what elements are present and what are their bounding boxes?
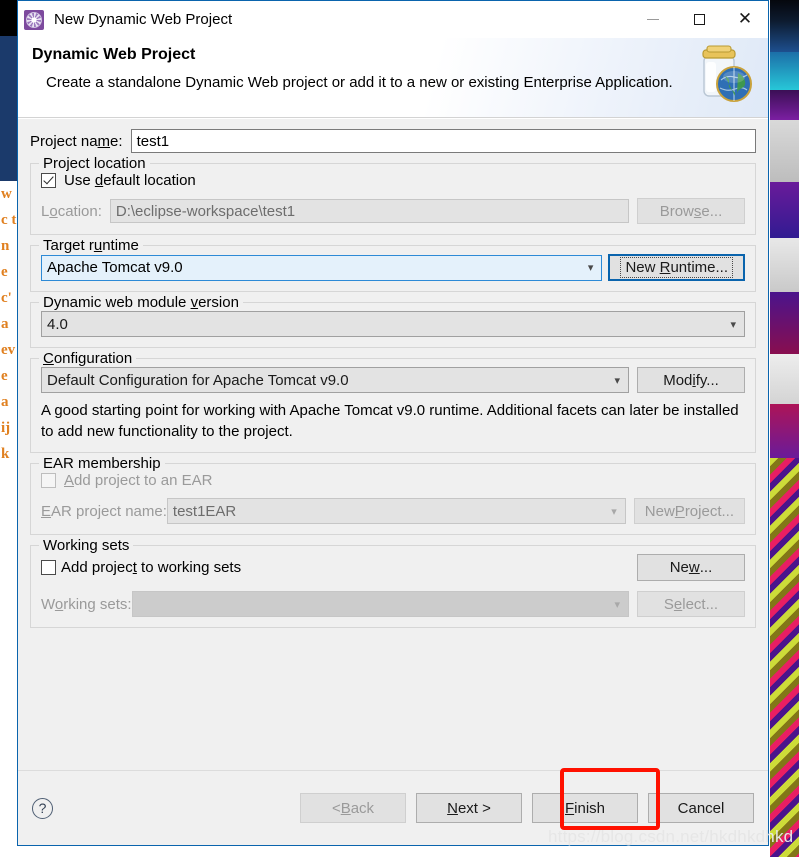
- back-button: < Back: [300, 793, 406, 823]
- ear-project-name-value: test1EAR: [172, 502, 237, 520]
- new-working-set-button[interactable]: Ne w...: [637, 554, 745, 581]
- background-stripe: [770, 0, 799, 52]
- chevron-down-icon: ▾: [614, 598, 620, 611]
- page-title: Dynamic Web Project: [32, 46, 196, 63]
- module-version-value: 4.0: [47, 315, 68, 333]
- working-sets-field-row: Working sets: ▾ Se lect...: [41, 591, 745, 617]
- location-input: D:\eclipse-workspace\test1: [109, 199, 629, 223]
- add-to-working-sets-label: Add project to working sets: [61, 559, 242, 576]
- background-stripe: [770, 292, 799, 354]
- ear-membership-group-title: EAR membership: [39, 455, 165, 472]
- configuration-value: Default Configuration for Apache Tomcat …: [47, 371, 349, 389]
- use-default-location-checkbox[interactable]: [41, 173, 56, 188]
- project-location-group-title: Project location: [39, 155, 150, 172]
- project-name-row: Project name: test1: [30, 129, 756, 153]
- browse-button: Brow s e...: [637, 198, 745, 224]
- module-version-group-title: Dynamic web module version: [39, 294, 243, 311]
- eclipse-project-icon: [24, 9, 44, 30]
- close-glyph: ✕: [737, 9, 753, 29]
- target-runtime-row: Apache Tomcat v9.0 ▾ New Runtime...: [41, 254, 745, 281]
- working-sets-group: Working sets Add project to working sets…: [30, 537, 756, 628]
- module-version-row: 4.0 ▾: [41, 311, 745, 337]
- ear-project-name-label: EAR project name:: [41, 502, 167, 520]
- add-to-working-sets-checkbox[interactable]: [41, 560, 56, 575]
- use-default-location-row[interactable]: Use default location: [41, 172, 745, 189]
- configuration-row: Default Configuration for Apache Tomcat …: [41, 367, 745, 393]
- chevron-down-icon: ▾: [730, 318, 736, 331]
- configuration-group: Configuration Default Configuration for …: [30, 350, 756, 453]
- configuration-combo[interactable]: Default Configuration for Apache Tomcat …: [41, 367, 629, 393]
- cancel-button[interactable]: Cancel: [648, 793, 754, 823]
- background-stripe: [770, 90, 799, 120]
- background-right-window: [770, 0, 799, 857]
- project-name-input[interactable]: test1: [130, 129, 756, 153]
- dialog-title: New Dynamic Web Project: [54, 11, 233, 28]
- target-runtime-value: Apache Tomcat v9.0: [47, 259, 183, 276]
- add-project-to-ear-checkbox: [41, 473, 56, 488]
- minimize-icon[interactable]: [630, 1, 676, 38]
- jar-globe-icon: [702, 45, 752, 102]
- add-project-to-ear-label: Add project to an EAR: [64, 472, 213, 489]
- footer-buttons: < Back Next > Finish Cancel: [300, 793, 754, 823]
- module-version-group: Dynamic web module version 4.0 ▾: [30, 294, 756, 348]
- page-description: Create a standalone Dynamic Web project …: [46, 74, 673, 91]
- select-working-set-button: Se lect...: [637, 591, 745, 617]
- new-dynamic-web-project-dialog: New Dynamic Web Project ✕ Dynamic Web Pr…: [17, 0, 769, 846]
- target-runtime-combo[interactable]: Apache Tomcat v9.0 ▾: [41, 254, 603, 281]
- watermark-text: https://blog.csdn.net/hkdhkdhkd: [548, 827, 794, 846]
- modify-button[interactable]: Mod i fy...: [637, 367, 745, 393]
- close-icon[interactable]: ✕: [722, 1, 768, 38]
- add-project-to-ear-row: Add project to an EAR: [41, 472, 745, 489]
- ear-project-name-combo: test1EAR ▾: [166, 498, 626, 524]
- configuration-description: A good starting point for working with A…: [41, 402, 739, 440]
- working-sets-combo: ▾: [131, 591, 629, 617]
- maximize-icon[interactable]: [676, 1, 722, 38]
- working-sets-group-title: Working sets: [39, 537, 134, 554]
- new-runtime-button[interactable]: New Runtime...: [608, 254, 745, 281]
- background-stripe: [770, 238, 799, 292]
- dialog-body: Project name: test1 Project location Use…: [18, 118, 768, 770]
- configuration-group-title: Configuration: [39, 350, 137, 367]
- chevron-down-icon: ▾: [611, 505, 617, 518]
- background-left-text-strip: w c t n e c' a ev e a ij k: [0, 181, 17, 857]
- next-button[interactable]: Next >: [416, 793, 522, 823]
- background-stripe: [770, 354, 799, 404]
- background-left-blue-strip: [0, 36, 17, 181]
- working-sets-label: Working sets:: [41, 595, 132, 613]
- location-row: Location: D:\eclipse-workspace\test1 Bro…: [41, 198, 745, 224]
- chevron-down-icon: ▾: [587, 262, 594, 274]
- module-version-combo[interactable]: 4.0 ▾: [41, 311, 745, 337]
- use-default-location-label: Use default location: [64, 172, 196, 189]
- new-ear-project-button: New Project...: [633, 498, 745, 524]
- background-stripe: [770, 458, 799, 857]
- question-mark-icon[interactable]: ?: [32, 797, 53, 819]
- ear-project-name-row: EAR project name: test1EAR ▾ New Project…: [41, 498, 745, 524]
- add-to-working-sets-row: Add project to working sets Ne w...: [41, 554, 745, 581]
- target-runtime-group-title: Target runtime: [39, 237, 143, 254]
- location-label: Location:: [41, 202, 102, 220]
- background-stripe: [770, 182, 799, 238]
- wizard-header: Dynamic Web Project Create a standalone …: [18, 38, 768, 118]
- project-name-label: Project name:: [30, 132, 123, 150]
- background-stripe: [770, 120, 799, 182]
- chevron-down-icon: ▾: [614, 374, 620, 387]
- project-location-group: Project location Use default location Lo…: [30, 155, 756, 235]
- background-stripe: [770, 52, 799, 90]
- dialog-titlebar: New Dynamic Web Project ✕: [18, 1, 768, 38]
- window-controls: ✕: [630, 1, 768, 38]
- background-left-dark-strip: [0, 0, 17, 36]
- finish-button[interactable]: Finish: [532, 793, 638, 823]
- ear-membership-group: EAR membership Add project to an EAR EAR…: [30, 455, 756, 535]
- target-runtime-group: Target runtime Apache Tomcat v9.0 ▾ New …: [30, 237, 756, 292]
- background-stripe: [770, 404, 799, 458]
